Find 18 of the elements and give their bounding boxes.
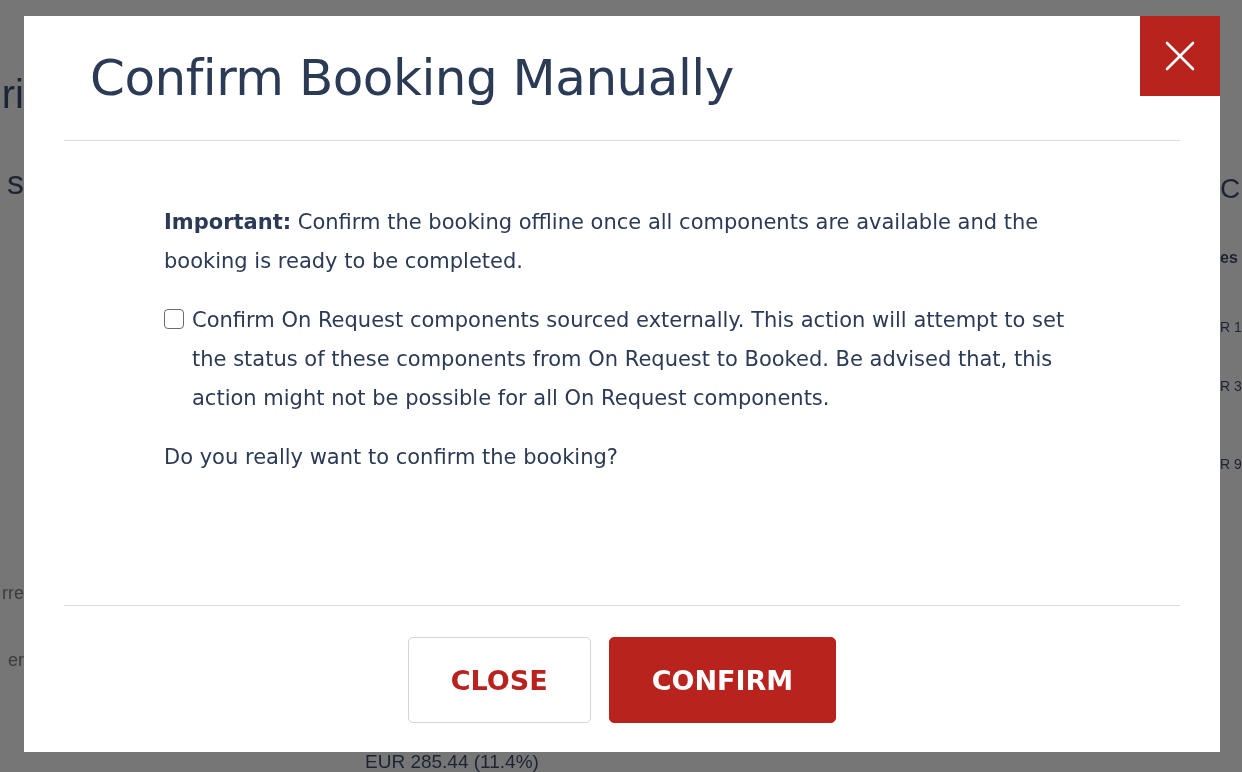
- amount-text: EUR 285.44 (11.4%): [365, 751, 539, 772]
- background-text: er: [8, 650, 24, 672]
- confirm-button[interactable]: CONFIRM: [608, 637, 837, 723]
- close-button[interactable]: CLOSE: [407, 637, 591, 723]
- background-text: ri: [1, 71, 24, 118]
- background-text: R 3: [1220, 377, 1242, 395]
- checkbox[interactable]: [164, 309, 184, 329]
- background-text: rre: [2, 582, 24, 605]
- background-text: s: [7, 162, 24, 203]
- question-text: Do you really want to confirm the booking?: [164, 444, 619, 471]
- dialog-title: Confirm Booking Manually: [90, 49, 734, 107]
- checkbox-label: Confirm On Request components sourced externally. This action will attempt to set the status of these components from On Request to Booked. Be advised that, this action might not be possible for all On Request components.: [192, 307, 1066, 412]
- background-text: R 1: [1220, 318, 1242, 336]
- close-button[interactable]: [1140, 16, 1220, 96]
- background-text: es: [1220, 247, 1238, 267]
- background-text: C: [1220, 172, 1241, 206]
- notice-text: Important: Confirm the booking offline once all components are available and the booking is ready to be completed.: [164, 209, 1040, 275]
- background-text: R 9: [1220, 456, 1242, 474]
